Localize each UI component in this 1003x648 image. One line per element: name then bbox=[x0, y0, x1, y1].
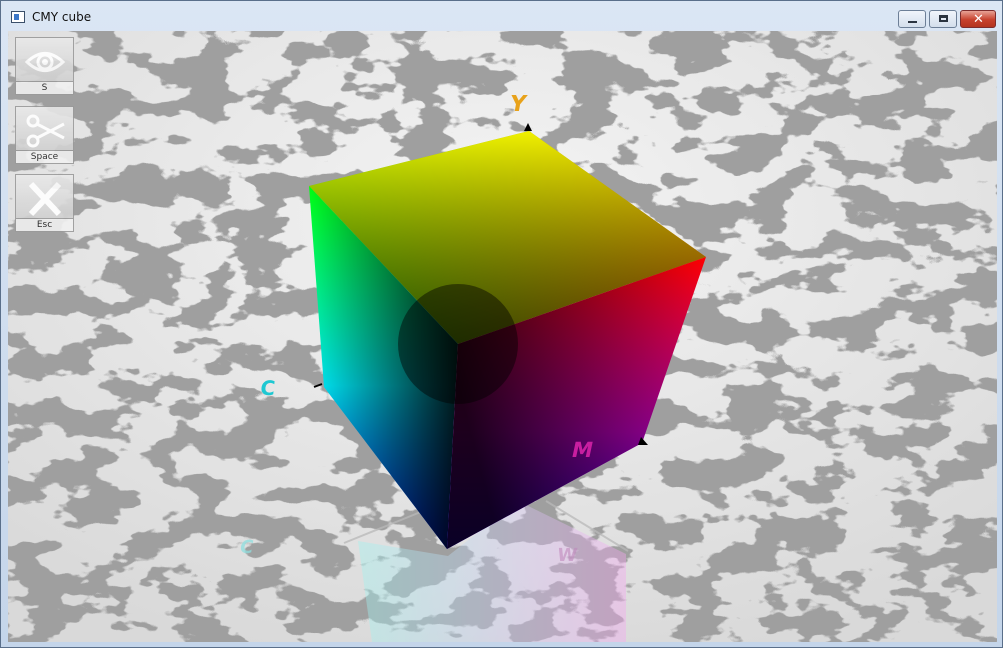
eye-icon bbox=[24, 52, 66, 72]
cut-key-label: Space bbox=[16, 150, 73, 163]
maximize-icon bbox=[939, 15, 948, 22]
window-title: CMY cube bbox=[32, 10, 92, 24]
3d-viewport[interactable]: C W Y C M S Space Esc bbox=[8, 31, 997, 642]
maximize-button[interactable] bbox=[929, 10, 957, 28]
toggle-view-button[interactable]: S bbox=[15, 37, 74, 95]
axis-label-c: C bbox=[259, 376, 276, 400]
exit-button[interactable]: Esc bbox=[15, 174, 74, 232]
close-button[interactable]: ✕ bbox=[960, 10, 996, 28]
app-icon bbox=[11, 11, 25, 23]
exit-key-label: Esc bbox=[16, 218, 73, 231]
scissors-icon bbox=[26, 114, 65, 148]
scene-canvas[interactable]: C W Y C M bbox=[8, 31, 997, 642]
minimize-icon bbox=[908, 21, 917, 23]
app-window: CMY cube ✕ C W Y C M S Space Esc bbox=[0, 0, 1003, 648]
close-icon: ✕ bbox=[973, 12, 984, 27]
close-x-icon bbox=[28, 181, 62, 217]
cube-black-corner bbox=[398, 284, 518, 404]
toggle-view-key-label: S bbox=[16, 81, 73, 94]
cut-button[interactable]: Space bbox=[15, 106, 74, 164]
reflection-label-w: W bbox=[556, 545, 579, 566]
title-bar[interactable]: CMY cube ✕ bbox=[1, 1, 1002, 31]
minimize-button[interactable] bbox=[898, 10, 926, 28]
